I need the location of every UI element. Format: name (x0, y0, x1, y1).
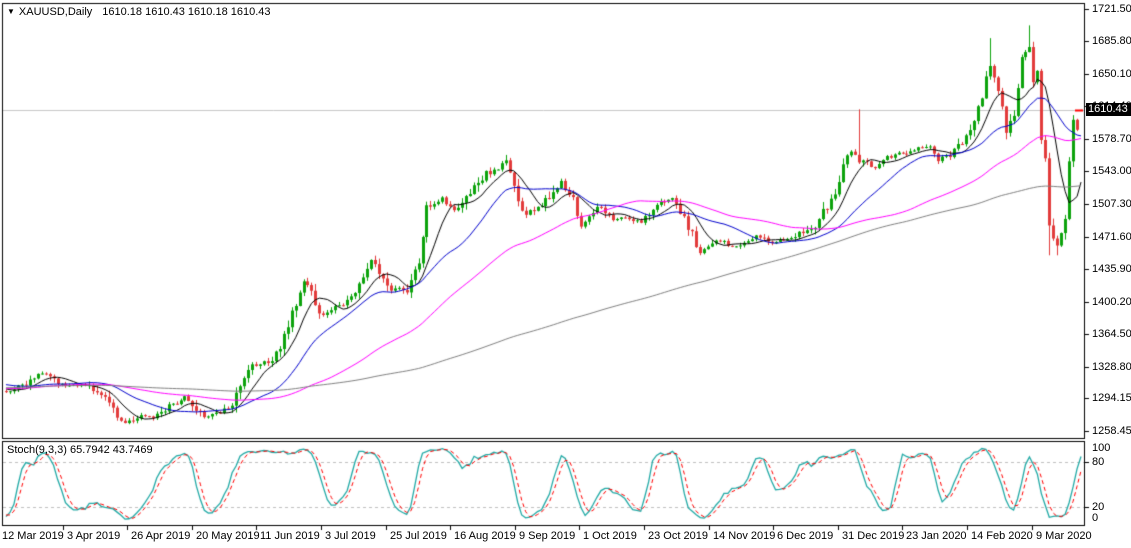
price-axis-label: 1435.90 (1092, 263, 1131, 275)
date-axis-label: 1 Oct 2019 (583, 530, 637, 542)
price-axis-label: 1294.15 (1092, 392, 1131, 404)
stoch-axis-label: 80 (1092, 456, 1104, 468)
date-axis-label: 23 Jan 2020 (906, 530, 967, 542)
price-axis-label: 1578.70 (1092, 133, 1131, 145)
stochastic-indicator-label: Stoch(9,3,3) 65.7942 43.7469 (7, 444, 153, 456)
price-axis-label: 1721.50 (1092, 3, 1131, 15)
date-axis-label: 23 Oct 2019 (648, 530, 708, 542)
price-axis-label: 1650.10 (1092, 68, 1131, 80)
price-axis-label: 1471.60 (1092, 231, 1131, 243)
price-axis-label: 1400.20 (1092, 296, 1131, 308)
price-axis-label: 1328.80 (1092, 361, 1131, 373)
date-axis-label: 3 Jul 2019 (325, 530, 376, 542)
date-axis-label: 11 Jun 2019 (260, 530, 320, 542)
price-axis-label: 1258.45 (1092, 425, 1131, 437)
date-axis-label: 31 Dec 2019 (842, 530, 904, 542)
stoch-axis-label: 100 (1092, 442, 1110, 454)
date-axis-label: 14 Feb 2020 (971, 530, 1033, 542)
date-axis-label: 9 Mar 2020 (1036, 530, 1092, 542)
symbol-dropdown-icon[interactable]: ▼ (7, 7, 15, 16)
price-axis-label: 1543.00 (1092, 165, 1131, 177)
date-axis-label: 9 Sep 2019 (519, 530, 575, 542)
price-axis-label: 1364.50 (1092, 328, 1131, 340)
date-axis-label: 20 May 2019 (196, 530, 260, 542)
price-axis-label: 1507.30 (1092, 198, 1131, 210)
date-axis-label: 14 Nov 2019 (713, 530, 775, 542)
date-axis-label: 25 Jul 2019 (390, 530, 447, 542)
date-axis-label: 16 Aug 2019 (454, 530, 516, 542)
stoch-axis-label: 0 (1092, 512, 1098, 524)
chart-canvas[interactable] (0, 0, 1131, 548)
symbol-title: XAUUSD,Daily (19, 6, 92, 18)
ohlc-quote-values: 1610.18 1610.43 1610.18 1610.43 (102, 6, 270, 18)
chart-window: ▼ XAUUSD,Daily 1610.18 1610.43 1610.18 161… (0, 0, 1131, 548)
date-axis-label: 26 Apr 2019 (131, 530, 190, 542)
current-price-tag: 1610.43 (1086, 103, 1131, 116)
date-axis-label: 3 Apr 2019 (67, 530, 120, 542)
symbol-ohlc-line: ▼ XAUUSD,Daily 1610.18 1610.43 1610.18 161… (7, 6, 271, 19)
date-axis-label: 12 Mar 2019 (2, 530, 64, 542)
date-axis-label: 6 Dec 2019 (777, 530, 833, 542)
price-axis-label: 1685.80 (1092, 35, 1131, 47)
